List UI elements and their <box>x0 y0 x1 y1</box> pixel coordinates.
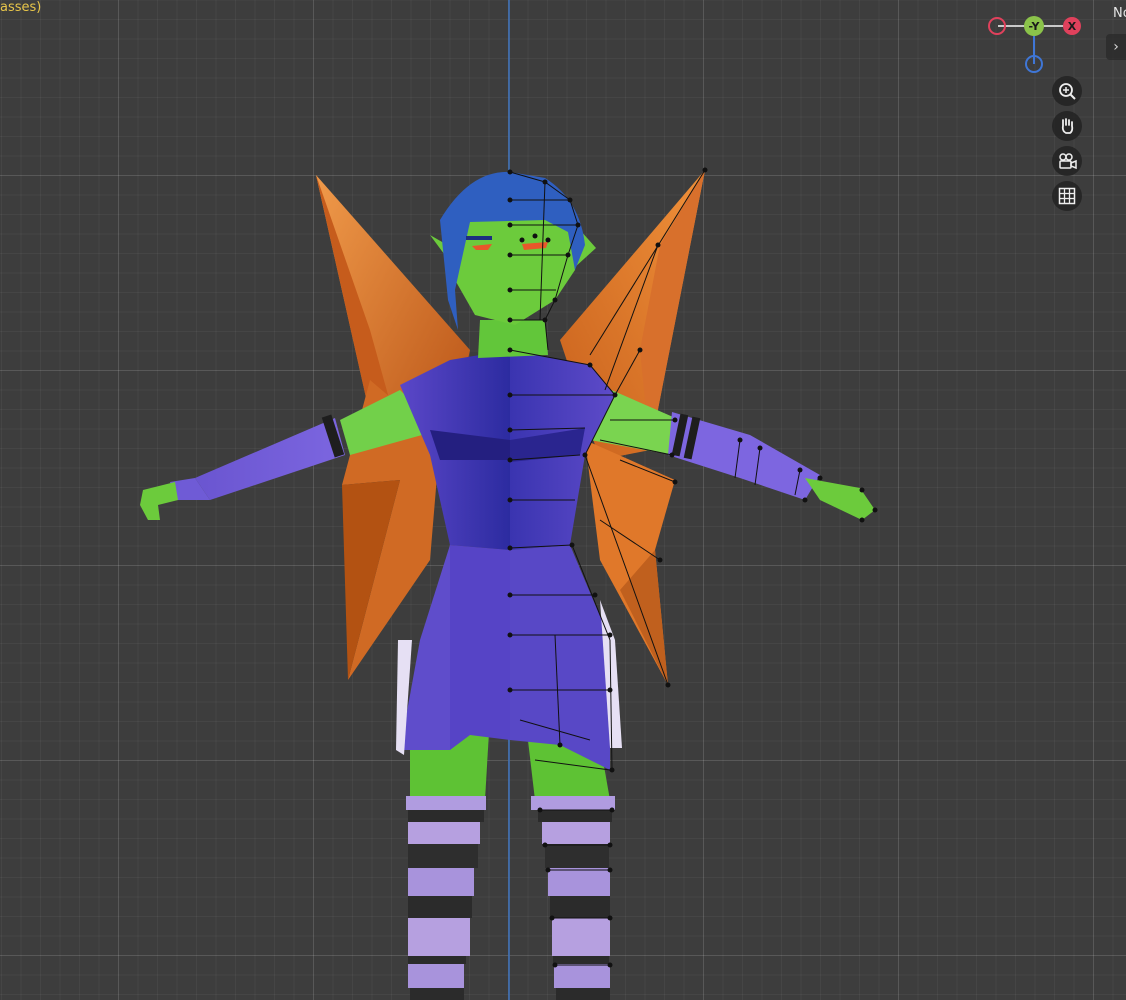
x-axis-label: X <box>1068 20 1077 33</box>
neg-y-axis-label: -Y <box>1029 20 1041 33</box>
camera-view-button[interactable] <box>1052 146 1082 176</box>
zoom-button[interactable] <box>1052 76 1082 106</box>
3d-viewport[interactable]: asses) -Y X N › <box>0 0 1126 1000</box>
left-stocking <box>406 796 486 1000</box>
chevron-right-icon: › <box>1113 39 1119 55</box>
hand-pan-icon <box>1061 118 1074 134</box>
sidebar-tab-label[interactable]: No <box>1113 6 1126 21</box>
character-model[interactable] <box>0 0 1126 1000</box>
ortho-toggle-button[interactable] <box>1052 181 1082 211</box>
grid-ortho-icon <box>1058 187 1076 205</box>
sidebar-toggle-button[interactable]: › <box>1106 34 1126 60</box>
camera-view-icon <box>1059 153 1077 170</box>
pan-button[interactable] <box>1052 111 1082 141</box>
right-stocking <box>531 796 615 1000</box>
navigation-gizmo[interactable]: -Y X <box>980 8 1090 80</box>
zoom-in-icon <box>1059 83 1076 100</box>
